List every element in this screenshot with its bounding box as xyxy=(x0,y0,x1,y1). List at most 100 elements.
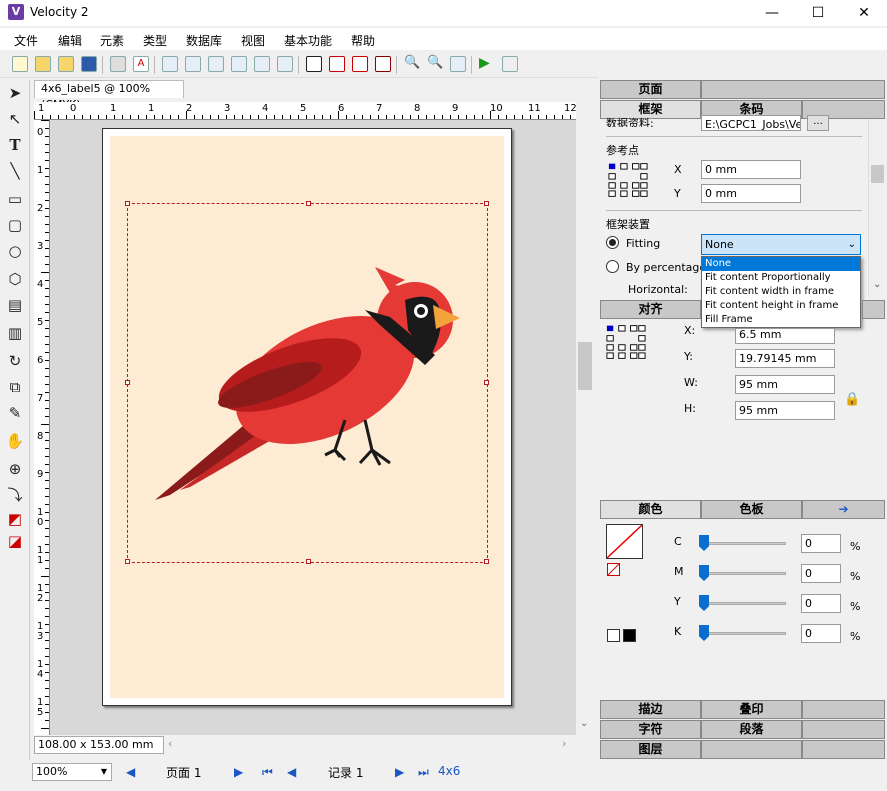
scroll-right-icon[interactable]: › xyxy=(562,737,566,750)
menu-basic-functions[interactable]: 基本功能 xyxy=(284,32,332,49)
prev-page-icon[interactable]: ◀ xyxy=(126,765,135,779)
ref-y-input[interactable]: 0 mm xyxy=(701,184,801,203)
menu-file[interactable]: 文件 xyxy=(14,32,38,49)
hand-tool-icon[interactable]: ✋ xyxy=(4,430,26,452)
select-arrow-icon[interactable]: ➤ xyxy=(4,82,26,104)
no-fill-icon[interactable]: ◪ xyxy=(4,530,26,552)
reference-point-grid[interactable] xyxy=(608,162,648,198)
ellipse-tool-icon[interactable]: ○ xyxy=(4,240,26,262)
arrange-back-icon[interactable] xyxy=(231,56,247,72)
menu-help[interactable]: 帮助 xyxy=(351,32,375,49)
fitting-select[interactable]: None ⌄ xyxy=(701,234,861,255)
pdf-export-icon[interactable]: A xyxy=(133,56,149,72)
maximize-button[interactable]: ☐ xyxy=(795,0,841,26)
print-icon[interactable] xyxy=(110,56,126,72)
fitting-radio[interactable] xyxy=(606,236,619,249)
option-fill-frame[interactable]: Fill Frame xyxy=(702,313,860,327)
tab-overprint[interactable]: 叠印 xyxy=(701,700,802,719)
resize-handle[interactable] xyxy=(484,380,489,385)
align-left-icon[interactable] xyxy=(162,56,178,72)
last-record-icon[interactable]: ⏭ xyxy=(418,765,429,780)
resize-handle[interactable] xyxy=(484,559,489,564)
data-source-field[interactable]: E:\GCPC1_Jobs\Vel xyxy=(701,115,801,131)
fill-stroke-icon[interactable]: ◩ xyxy=(4,508,26,530)
menu-element[interactable]: 元素 xyxy=(100,32,124,49)
open-recent-icon[interactable] xyxy=(58,56,74,72)
next-record-icon[interactable]: ▶ xyxy=(395,765,404,779)
ref-x-input[interactable]: 0 mm xyxy=(701,160,801,179)
close-button[interactable]: ✕ xyxy=(841,0,887,26)
eyedropper-icon[interactable]: ✎ xyxy=(4,402,26,424)
menu-edit[interactable]: 编辑 xyxy=(58,32,82,49)
resize-handle[interactable] xyxy=(306,201,311,206)
frame-red-icon[interactable] xyxy=(329,56,345,72)
white-swatch[interactable] xyxy=(607,629,620,642)
rectangle-tool-icon[interactable]: ▭ xyxy=(4,188,26,210)
tab-layers[interactable]: 图层 xyxy=(600,740,701,759)
option-none[interactable]: None xyxy=(702,257,860,271)
width-input[interactable]: 95 mm xyxy=(735,375,835,394)
magenta-slider[interactable] xyxy=(700,572,786,575)
frame-icon[interactable] xyxy=(306,56,322,72)
tab-page[interactable]: 页面 xyxy=(600,80,701,99)
vertical-scrollbar[interactable]: ⌄ xyxy=(576,102,594,735)
cyan-input[interactable]: 0 xyxy=(801,534,841,553)
minimize-button[interactable]: — xyxy=(749,0,795,26)
magenta-input[interactable]: 0 xyxy=(801,564,841,583)
height-input[interactable]: 95 mm xyxy=(735,401,835,420)
menu-type[interactable]: 类型 xyxy=(143,32,167,49)
menu-database[interactable]: 数据库 xyxy=(186,32,222,49)
zoom-tool-icon[interactable]: ⊕ xyxy=(4,458,26,480)
browse-button[interactable]: ... xyxy=(807,115,829,131)
tab-stroke[interactable]: 描边 xyxy=(600,700,701,719)
tab-swatches[interactable]: 色板 xyxy=(701,500,802,519)
barcode-tool-icon[interactable]: ▥ xyxy=(4,322,26,344)
resize-handle[interactable] xyxy=(306,559,311,564)
scroll-down-icon[interactable]: ⌄ xyxy=(580,718,588,729)
align-center-icon[interactable] xyxy=(185,56,201,72)
rotate-tool-icon[interactable]: ↻ xyxy=(4,350,26,372)
option-fit-width[interactable]: Fit content width in frame xyxy=(702,285,860,299)
cyan-slider[interactable] xyxy=(700,542,786,545)
zoom-select[interactable]: 100% ▼ xyxy=(32,763,112,781)
zoom-in-icon[interactable]: 🔍 xyxy=(404,56,420,72)
resize-handle[interactable] xyxy=(125,201,130,206)
frame-fill-icon[interactable] xyxy=(352,56,368,72)
zoom-out-icon[interactable]: 🔍 xyxy=(427,56,443,72)
arrange-front-icon[interactable] xyxy=(208,56,224,72)
run-icon[interactable]: ▶ xyxy=(479,56,495,72)
prev-record-icon[interactable]: ◀ xyxy=(287,765,296,779)
document-tab[interactable]: 4x6_label5 @ 100% (CMYK) xyxy=(34,80,184,111)
pos-x-input[interactable]: 6.5 mm xyxy=(735,328,835,344)
tab-paragraph[interactable]: 段落 xyxy=(701,720,802,739)
black-input[interactable]: 0 xyxy=(801,624,841,643)
direct-select-icon[interactable]: ↖ xyxy=(4,108,26,130)
first-record-icon[interactable]: ⏮ xyxy=(262,765,273,780)
open-folder-icon[interactable] xyxy=(35,56,51,72)
by-percentage-radio[interactable] xyxy=(606,260,619,273)
polygon-tool-icon[interactable]: ⬡ xyxy=(4,268,26,290)
menu-view[interactable]: 视图 xyxy=(241,32,265,49)
swap-colors-icon[interactable]: ⤵ xyxy=(4,484,26,506)
panel-scrollbar[interactable]: ⌄ xyxy=(868,119,885,297)
resize-handle[interactable] xyxy=(125,559,130,564)
resize-handle[interactable] xyxy=(125,380,130,385)
tab-color[interactable]: 颜色 xyxy=(600,500,701,519)
new-file-icon[interactable] xyxy=(12,56,28,72)
option-fit-proportionally[interactable]: Fit content Proportionally xyxy=(702,271,860,285)
option-fit-height[interactable]: Fit content height in frame xyxy=(702,299,860,313)
pos-y-input[interactable]: 19.79145 mm xyxy=(735,349,835,368)
black-swatch[interactable] xyxy=(623,629,636,642)
scroll-thumb[interactable] xyxy=(578,342,592,390)
group-icon[interactable] xyxy=(254,56,270,72)
frame-table-icon[interactable] xyxy=(375,56,391,72)
rounded-rect-tool-icon[interactable]: ▢ xyxy=(4,214,26,236)
color-menu-arrow-icon[interactable]: ➔ xyxy=(802,500,885,519)
black-slider[interactable] xyxy=(700,632,786,635)
yellow-slider[interactable] xyxy=(700,602,786,605)
yellow-input[interactable]: 0 xyxy=(801,594,841,613)
text-tool-icon[interactable]: T xyxy=(4,134,26,156)
image-tool-icon[interactable]: ▤ xyxy=(4,294,26,316)
scroll-left-icon[interactable]: ‹ xyxy=(168,737,172,750)
align-reference-grid[interactable] xyxy=(606,324,646,360)
